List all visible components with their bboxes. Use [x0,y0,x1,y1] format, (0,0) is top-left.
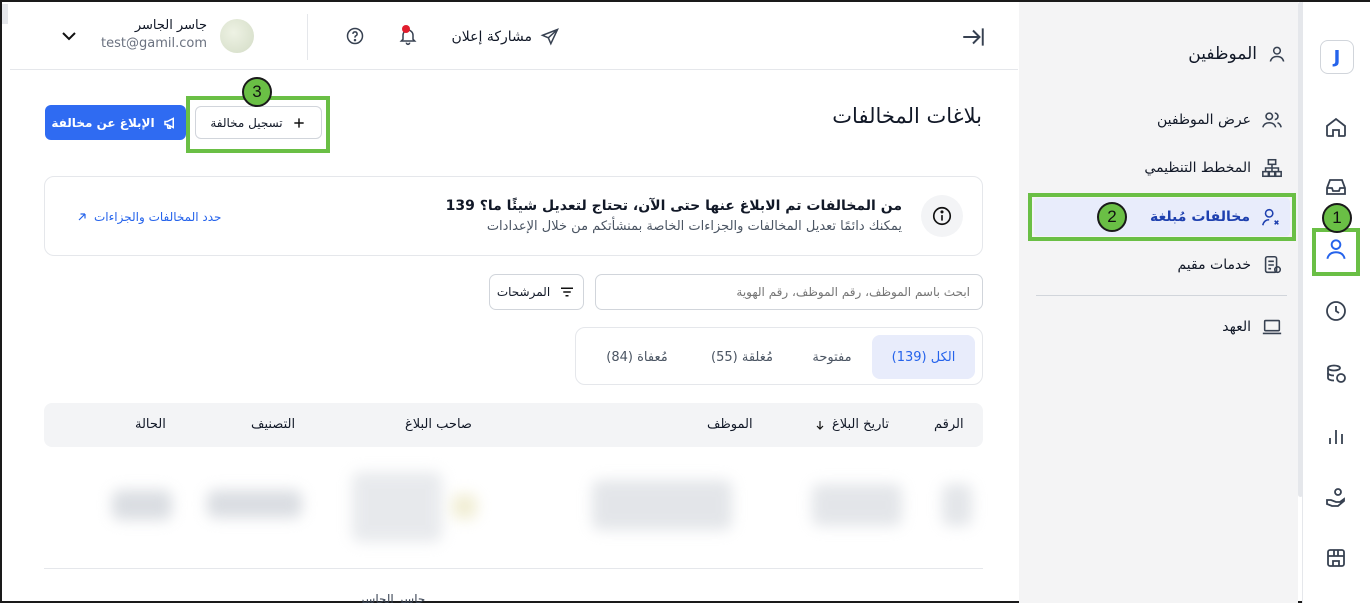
share-label: مشاركة إعلان [451,29,532,45]
user-name[interactable]: جاسر الجاسر [112,18,207,33]
laptop-icon [1261,316,1283,338]
document-icon [1261,254,1283,276]
sidebar-scrollbar[interactable] [1298,2,1303,497]
annotation-badge-3: 3 [242,77,272,107]
highlight-box-2 [1028,193,1296,241]
table-row-blurred-status [112,490,172,520]
column-category[interactable]: التصنيف [251,417,295,432]
table-row-blurred-category [207,490,302,518]
report-violation-button[interactable]: الإبلاغ عن مخالفة [45,105,186,140]
external-arrow-icon [76,211,88,223]
table-bottom-border [44,568,983,569]
app-logo[interactable]: J [1320,40,1354,74]
user-email[interactable]: test@gamil.com [82,36,207,51]
window-edge [2,4,8,24]
page-title: بلاغات المخالفات [832,104,982,128]
filter-lines-icon [558,283,576,301]
report-button-label: الإبلاغ عن مخالفة [51,115,155,130]
annotation-badge-2: 2 [1097,202,1127,232]
chevron-down-icon[interactable] [57,24,81,48]
collapse-sidebar-icon[interactable] [960,24,986,50]
tab-exempted[interactable]: مُعفاة (84) [587,335,687,379]
banner-title: 139 من المخالفات تم الابلاغ عنها حتى الآ… [445,198,902,214]
column-number[interactable]: الرقم [934,417,964,432]
sidebar-item-label: العهد [1222,319,1251,335]
org-chart-icon [1261,157,1283,179]
filters-button[interactable]: المرشحات [489,274,584,310]
highlight-box-1 [1312,228,1360,276]
send-icon [540,27,560,47]
avatar[interactable] [220,19,254,53]
define-violations-label: حدد المخالفات والجزاءات [94,210,222,224]
column-status[interactable]: الحالة [135,417,166,432]
sidebar-item-employees[interactable]: عرض الموظفين [1042,104,1287,136]
search-input[interactable] [595,274,983,310]
info-icon [921,195,963,237]
tab-all[interactable]: الكل (139) [872,335,975,379]
filters-label: المرشحات [496,285,551,299]
define-violations-link[interactable]: حدد المخالفات والجزاءات [76,208,236,226]
column-report-date[interactable]: تاريخ البلاغ [814,417,889,432]
sidebar-title: الموظفين [1152,40,1287,68]
megaphone-icon [162,114,180,132]
sidebar-item-resident-services[interactable]: خدمات مقيم [1042,249,1287,281]
store-icon[interactable] [1318,540,1354,576]
sidebar-item-org-chart[interactable]: المخطط التنظيمي [1042,152,1287,184]
sidebar-item-custody[interactable]: العهد [1042,311,1287,343]
sidebar-divider [1036,295,1287,296]
tab-open[interactable]: مفتوحة [797,335,867,379]
hand-coin-icon[interactable] [1318,480,1354,516]
banner-subtitle: يمكنك دائمًا تعديل المخالفات والجزاءات ا… [486,219,902,234]
table-row-blurred-avatar [452,494,477,519]
share-announcement-button[interactable]: مشاركة إعلان [450,26,560,48]
users-icon [1261,109,1283,131]
partial-row-text: جاسر الجاسر [358,592,426,603]
notification-dot [402,25,410,33]
clock-icon[interactable] [1318,293,1354,329]
table-row-blurred-number [942,484,972,526]
sidebar-item-label: المخطط التنظيمي [1144,160,1251,176]
bar-chart-icon[interactable] [1318,418,1354,454]
sidebar-title-label: الموظفين [1188,44,1257,64]
inbox-icon[interactable] [1318,169,1354,205]
column-reporter[interactable]: صاحب البلاغ [405,417,472,432]
sub-sidebar [1019,2,1298,603]
table-row-blurred-date [812,484,902,526]
tab-closed[interactable]: مُغلقة (55) [692,335,792,379]
sidebar-item-label: عرض الموظفين [1156,112,1251,128]
table-row-blurred-employee [592,480,732,530]
table-row-blurred-reporter [352,472,442,542]
home-icon[interactable] [1318,109,1354,145]
column-employee[interactable]: الموظف [707,417,753,432]
person-icon [1267,44,1287,64]
column-report-date-label: تاريخ البلاغ [832,417,890,432]
header-divider [307,14,308,60]
coins-icon[interactable] [1318,356,1354,392]
annotation-badge-1: 1 [1322,203,1352,233]
header-divider-line [10,69,1018,70]
sidebar-item-label: خدمات مقيم [1177,257,1251,273]
sort-arrow-icon [814,419,826,431]
help-icon[interactable] [345,26,365,46]
